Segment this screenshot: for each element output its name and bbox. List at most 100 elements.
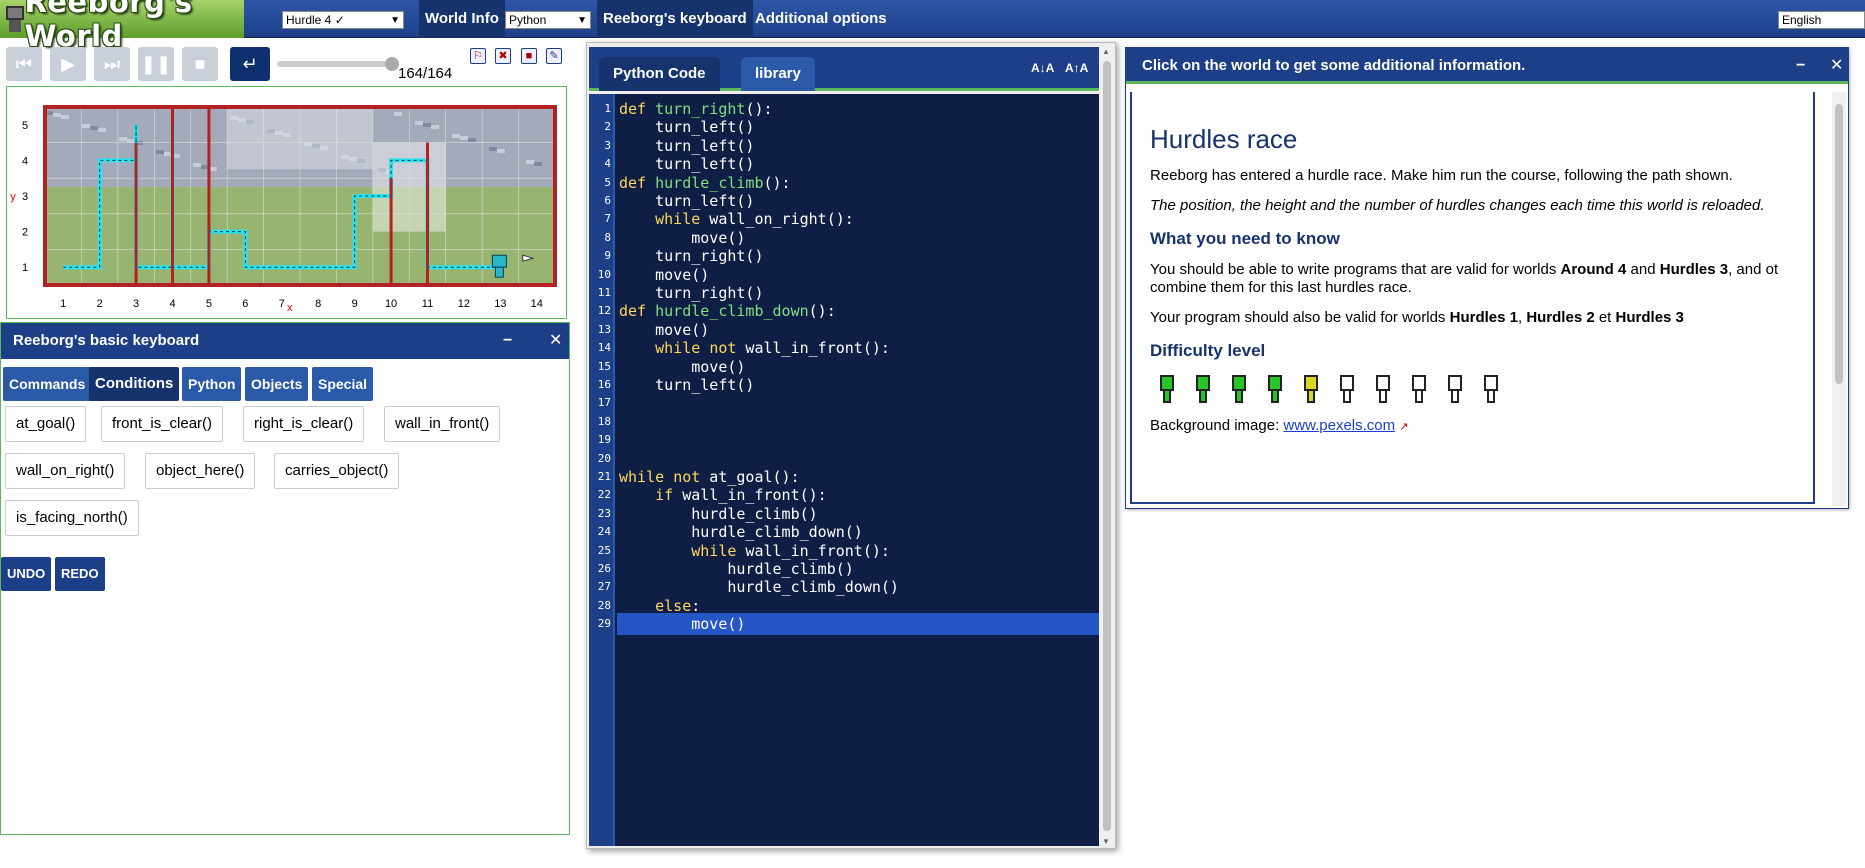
skip-back-icon: ⏮ [15, 53, 33, 74]
language-select[interactable]: Python ▼ [505, 11, 591, 29]
reload-program-button[interactable]: ↵ [230, 47, 270, 81]
world-select[interactable]: Hurdle 4 ✓ ▼ [282, 11, 404, 29]
difficulty-robot-icon [1446, 375, 1466, 405]
stop-button[interactable]: ■ [182, 47, 218, 81]
slider-knob[interactable] [385, 57, 399, 71]
clear-world-icon[interactable]: ✖ [495, 48, 511, 64]
scroll-thumb[interactable] [1835, 104, 1843, 384]
line-number-gutter: 1 2 3 4 5 6 7 8 9 10 11 12 13 14 15 16 17 18 19 20 21 22 23 24 2… [589, 94, 615, 846]
x-tick-label: 8 [315, 298, 321, 310]
highlight-toggle-icon[interactable]: ⚐ [470, 48, 486, 64]
redo-button[interactable]: REDO [55, 557, 105, 591]
additional-options-button[interactable]: Additional options [749, 0, 893, 38]
tab-commands[interactable]: Commands [3, 367, 92, 401]
key-wall-in-front[interactable]: wall_in_front() [384, 406, 501, 442]
human-language-select[interactable]: English [1778, 11, 1865, 29]
world-select-value: Hurdle 4 ✓ [286, 13, 345, 27]
code-area[interactable]: def turn_right(): turn_left() turn_left(… [617, 94, 1099, 846]
reload-button[interactable]: ⏮ [6, 47, 42, 81]
x-tick-label: 2 [97, 298, 103, 310]
valid-text: Your program should also be valid for wo… [1150, 309, 1450, 326]
key-is-facing-north[interactable]: is_facing_north() [5, 500, 139, 536]
background-link[interactable]: www.pexels.com [1283, 417, 1395, 434]
code-editor[interactable]: 1 2 3 4 5 6 7 8 9 10 11 12 13 14 15 16 17 18 19 20 21 22 23 24 2… [589, 94, 1099, 846]
tab-library[interactable]: library [741, 57, 815, 91]
close-icon[interactable]: ✕ [1830, 48, 1843, 84]
difficulty-robot-icon [1482, 375, 1502, 405]
key-front-is-clear[interactable]: front_is_clear() [101, 406, 224, 442]
stop-flag-icon[interactable]: ■ [521, 48, 537, 64]
difficulty-robot-icon [1194, 375, 1214, 405]
background-credit: Background image: www.pexels.com ↗ [1150, 417, 1795, 436]
y-tick-label: 1 [22, 262, 28, 274]
step-button[interactable]: ⏭ [94, 47, 130, 81]
valid-text: et [1594, 309, 1616, 326]
key-at-goal[interactable]: at_goal() [5, 406, 87, 442]
scroll-down-icon[interactable]: ▼ [1102, 837, 1110, 846]
difficulty-robot-icon [1230, 375, 1250, 405]
key-object-here[interactable]: object_here() [145, 453, 256, 489]
app-title: Reeborg's World [24, 0, 193, 53]
app-logo[interactable]: Reeborg's World [0, 0, 244, 53]
close-icon[interactable]: ✕ [549, 323, 562, 359]
edit-world-icon[interactable]: ✎ [546, 48, 562, 64]
key-wall-on-right[interactable]: wall_on_right() [5, 453, 126, 489]
line-number: 29 [597, 617, 611, 631]
x-tick-label: 13 [494, 298, 506, 310]
x-tick-label: 7 [279, 298, 285, 310]
key-carries-object[interactable]: carries_object() [274, 453, 400, 489]
description-header: Click on the world to get some additiona… [1126, 48, 1848, 84]
world-ref: Hurdles 1 [1449, 309, 1518, 326]
top-navigation-bar: Reeborg's World Hurdle 4 ✓ ▼ World Info … [0, 0, 1865, 53]
scroll-thumb[interactable] [1103, 61, 1111, 831]
robot-icon [491, 254, 507, 268]
description-header-text: Click on the world to get some additiona… [1142, 57, 1526, 74]
key-right-is-clear[interactable]: right_is_clear() [243, 406, 365, 442]
tab-python-code[interactable]: Python Code [599, 57, 720, 91]
tab-python[interactable]: Python [182, 367, 242, 401]
x-tick-label: 5 [206, 298, 212, 310]
pause-icon: ❚❚ [140, 53, 172, 74]
chevron-down-icon: ▼ [390, 15, 400, 26]
run-button[interactable]: ▶ [50, 47, 86, 81]
world-intro: Reeborg has entered a hurdle race. Make … [1150, 167, 1733, 184]
minimize-icon[interactable]: − [1796, 48, 1805, 84]
world-canvas[interactable]: 1 2 3 4 5 6 7 8 9 10 11 12 13 14 1 2 3 4 5 x y [6, 86, 567, 319]
scroll-up-icon[interactable]: ▲ [1102, 47, 1110, 56]
world-info-button[interactable]: World Info [419, 0, 505, 38]
play-icon: ▶ [61, 53, 75, 74]
x-axis-label: x [287, 302, 293, 314]
code-line[interactable]: move() [617, 613, 1099, 636]
x-tick-label: 9 [352, 298, 358, 310]
robot-icon [494, 266, 504, 278]
difficulty-robot-icon [1410, 375, 1430, 405]
step-slider[interactable] [277, 57, 399, 71]
background-label: Background image: [1150, 417, 1284, 434]
need-text: and [1626, 261, 1660, 278]
editor-scrollbar[interactable]: ▲ ▼ [1100, 47, 1114, 846]
world-ref: Hurdles 3 [1615, 309, 1684, 326]
step-forward-icon: ⏭ [103, 53, 121, 74]
world-title: Hurdles race [1150, 124, 1298, 154]
stop-icon: ■ [194, 53, 206, 74]
increase-font-button[interactable]: A↑A [1065, 61, 1088, 75]
description-scrollbar[interactable] [1832, 92, 1846, 506]
reeborg-keyboard-button[interactable]: Reeborg's keyboard [597, 0, 753, 38]
need-text: You should be able to write programs tha… [1150, 261, 1561, 278]
pause-button[interactable]: ❚❚ [138, 47, 174, 81]
reeborg-logo-icon [4, 4, 24, 34]
minimize-icon[interactable]: − [503, 323, 512, 359]
x-tick-label: 11 [422, 298, 433, 310]
enter-arrow-icon: ↵ [242, 53, 258, 74]
tab-special[interactable]: Special [312, 367, 374, 401]
difficulty-robot-icon [1266, 375, 1286, 405]
step-counter: 164/164 [398, 65, 453, 82]
undo-button[interactable]: UNDO [1, 557, 52, 591]
keyboard-header: Reeborg's basic keyboard − ✕ [1, 323, 569, 359]
x-tick-label: 3 [133, 298, 139, 310]
y-tick-label: 3 [22, 191, 28, 203]
tab-conditions[interactable]: Conditions [89, 367, 180, 401]
tab-objects[interactable]: Objects [245, 367, 309, 401]
need-heading: What you need to know [1150, 229, 1340, 248]
decrease-font-button[interactable]: A↓A [1031, 61, 1054, 75]
